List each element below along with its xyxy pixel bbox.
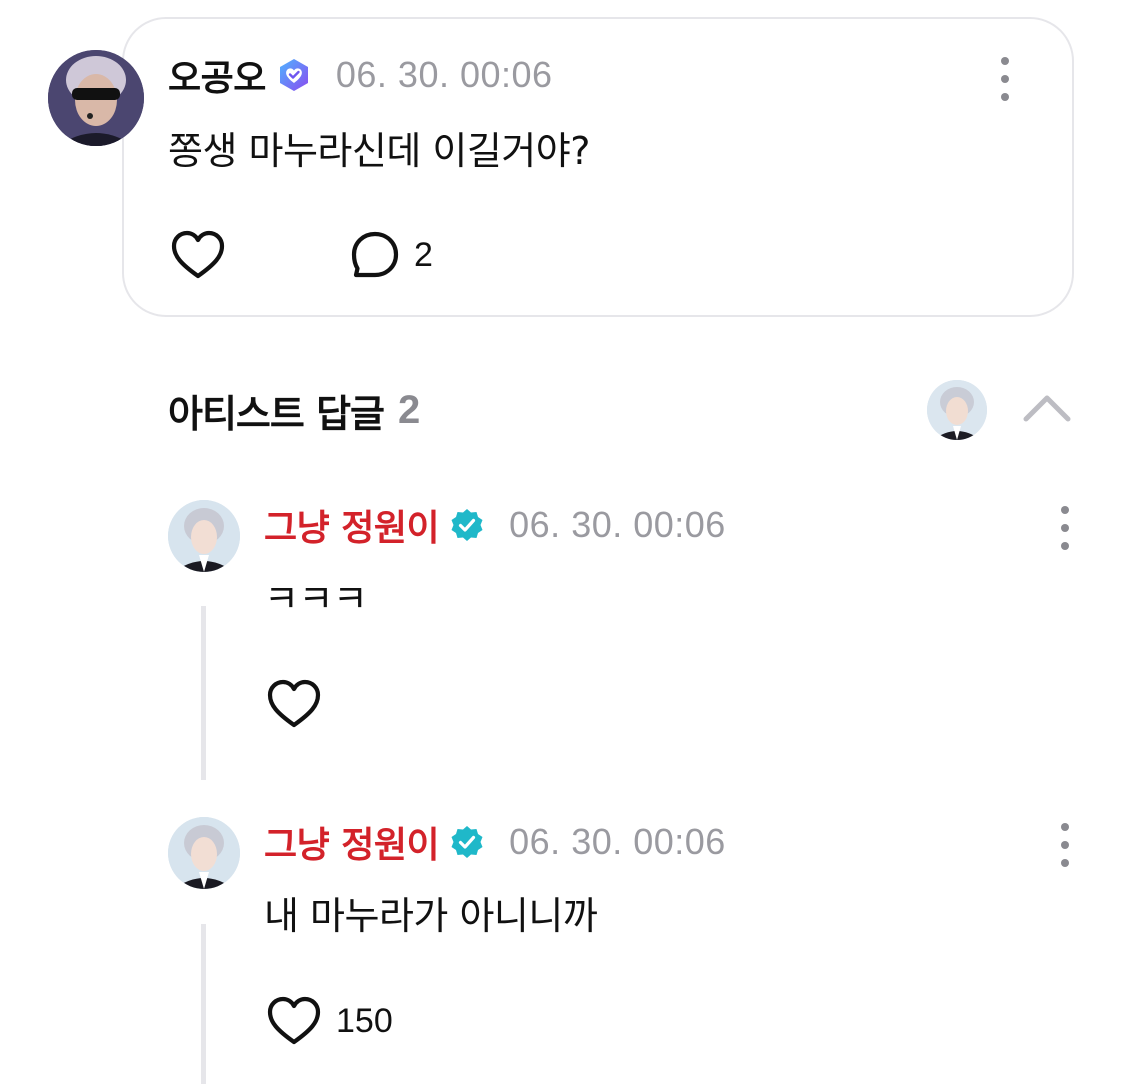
reply-actions — [266, 676, 336, 732]
post-author-avatar[interactable] — [48, 50, 144, 146]
heart-icon — [267, 996, 321, 1045]
reply-body: 내 마누라가 아니니까 — [264, 894, 598, 938]
reply-author-avatar[interactable] — [168, 500, 240, 572]
reply-author-name[interactable]: 그냥 정원이 — [264, 499, 440, 551]
reply-author-name[interactable]: 그냥 정원이 — [264, 816, 440, 868]
avatar-image — [48, 50, 144, 146]
artist-replies-title: 아티스트 답글 — [168, 391, 385, 436]
artist-avatar-small[interactable] — [927, 380, 987, 440]
reply-header: 그냥 정원이 06. 30. 00:06 — [264, 816, 726, 868]
post-author-name[interactable]: 오공오 — [168, 49, 266, 101]
ellipsis-dot — [1061, 524, 1069, 532]
reply-more-button[interactable] — [1057, 506, 1073, 550]
thread-line — [201, 606, 206, 780]
vertical-ellipsis-icon — [1061, 823, 1069, 831]
reply-more-button[interactable] — [1057, 823, 1073, 867]
artist-replies-count: 2 — [398, 387, 421, 432]
post-comment-button[interactable]: 2 — [350, 230, 433, 280]
ellipsis-dot — [1061, 841, 1069, 849]
ellipsis-dot — [1061, 859, 1069, 867]
vertical-ellipsis-icon — [1061, 506, 1069, 514]
post-like-button[interactable] — [170, 229, 226, 281]
avatar-image — [927, 380, 987, 440]
artist-replies-header: 아티스트 답글 2 — [168, 384, 420, 436]
reply-timestamp: 06. 30. 00:06 — [509, 821, 726, 862]
avatar-image — [168, 817, 240, 889]
ellipsis-dot — [1001, 75, 1009, 83]
thread-line — [201, 924, 206, 1084]
reply-like-button[interactable] — [266, 678, 336, 730]
reply-like-button[interactable]: 150 — [266, 995, 393, 1047]
heart-icon — [267, 679, 321, 728]
post-comment-count: 2 — [414, 235, 433, 274]
reply-timestamp: 06. 30. 00:06 — [509, 504, 726, 545]
chevron-up-icon[interactable] — [1022, 392, 1072, 424]
reply-header: 그냥 정원이 06. 30. 00:06 — [264, 499, 726, 551]
verified-check-badge-icon — [451, 509, 483, 541]
ellipsis-dot — [1001, 93, 1009, 101]
post-timestamp: 06. 30. 00:06 — [335, 54, 553, 95]
post-body: 쫑생 마누라신데 이길거야? — [168, 129, 590, 173]
ellipsis-dot — [1061, 542, 1069, 550]
heart-check-badge-icon — [279, 59, 308, 91]
vertical-ellipsis-icon — [1001, 57, 1009, 65]
comment-bubble-icon — [351, 231, 399, 278]
avatar-image — [168, 500, 240, 572]
reply-author-avatar[interactable] — [168, 817, 240, 889]
reply-like-count: 150 — [336, 1001, 393, 1040]
reply-actions: 150 — [266, 993, 393, 1049]
heart-icon — [171, 230, 225, 279]
verified-check-badge-icon — [451, 826, 483, 858]
post-actions: 2 — [170, 228, 433, 282]
post-header: 오공오 06. 30. 00:06 — [168, 49, 553, 101]
reply-body: ㅋㅋㅋ — [264, 577, 368, 621]
post-more-button[interactable] — [997, 57, 1013, 101]
